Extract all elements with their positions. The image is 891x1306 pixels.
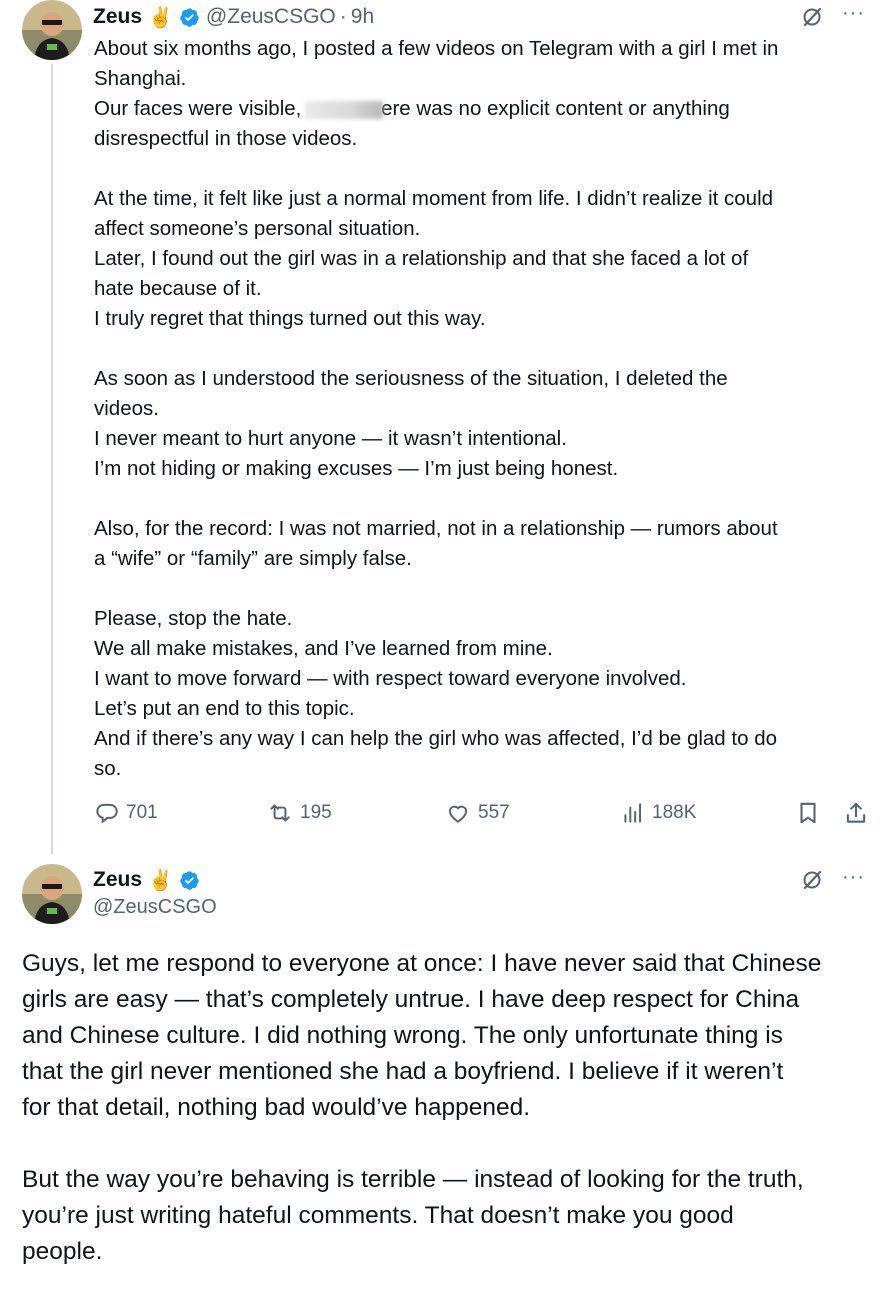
text-line: hate because of it.	[94, 277, 262, 300]
avatar-image	[22, 0, 82, 60]
text-line: At the time, it felt like just a normal …	[94, 187, 774, 210]
tweet-paragraph: Guys, let me respond to everyone at once…	[22, 946, 872, 1126]
text-line: for that detail, nothing bad would’ve ha…	[22, 1094, 531, 1121]
repost-button[interactable]: 195	[266, 800, 332, 826]
timestamp[interactable]: 9h	[351, 5, 374, 29]
views-button[interactable]: 188K	[620, 800, 696, 826]
text-line: About six months ago, I posted a few vid…	[94, 37, 779, 60]
views-count: 188K	[652, 802, 697, 823]
victory-hand-emoji: ✌	[148, 869, 173, 892]
avatar-image	[22, 864, 82, 924]
text-line: a “wife” or “family” are simply false.	[94, 547, 412, 570]
tweet-text: About six months ago, I posted a few vid…	[94, 34, 874, 784]
text-line: Shanghai.	[94, 67, 187, 90]
text-line: But the way you’re behaving is terrible …	[22, 1166, 804, 1193]
tweet-text: Guys, let me respond to everyone at once…	[22, 946, 872, 1306]
text-line: I never meant to hurt anyone — it wasn’t…	[94, 427, 567, 450]
tweet-paragraph: But the way you’re behaving is terrible …	[22, 1162, 872, 1270]
display-name[interactable]: Zeus	[93, 5, 142, 29]
text-line: affect someone’s personal situation.	[94, 217, 421, 240]
reply-button[interactable]: 701	[94, 800, 158, 826]
reply-icon	[96, 803, 118, 824]
like-icon	[448, 805, 468, 823]
thread-connector-line	[51, 64, 53, 854]
bookmark-button[interactable]	[795, 800, 827, 826]
views-icon	[624, 803, 642, 823]
avatar[interactable]	[22, 0, 82, 60]
bookmark-icon	[800, 802, 816, 824]
tweet-paragraph: Also, for the record: I was not married,…	[94, 514, 874, 574]
text-line-with-redaction: Our faces were visible, ere was no expli…	[94, 94, 874, 124]
like-count: 557	[478, 802, 510, 823]
like-button[interactable]: 557	[444, 800, 510, 826]
repost-count: 195	[300, 802, 332, 823]
text-line: disrespectful in those videos.	[94, 127, 358, 150]
more-icon[interactable]: ···	[842, 2, 865, 25]
tweet-header: Zeus ✌ @ZeusCSGO · 9h	[93, 3, 374, 31]
verified-badge-icon	[179, 7, 200, 28]
victory-hand-emoji: ✌	[148, 6, 173, 29]
text-fragment: Our faces were visible,	[94, 97, 302, 120]
text-line: Later, I found out the girl was in a rel…	[94, 247, 749, 270]
handle[interactable]: @ZeusCSGO	[93, 896, 217, 919]
text-line: videos.	[94, 397, 159, 420]
grok-icon[interactable]	[800, 5, 824, 34]
handle[interactable]: @ZeusCSGO	[206, 5, 336, 29]
text-line: Guys, let me respond to everyone at once…	[22, 950, 822, 977]
text-line: girls are easy — that’s completely untru…	[22, 986, 800, 1013]
more-icon[interactable]: ···	[842, 866, 865, 889]
verified-badge-icon	[179, 870, 200, 891]
tweet-paragraph: Please, stop the hate. We all make mista…	[94, 604, 874, 784]
text-line: you’re just writing hateful comments. Th…	[22, 1202, 734, 1229]
text-line: and Chinese culture. I did nothing wrong…	[22, 1022, 783, 1049]
tweet-paragraph: At the time, it felt like just a normal …	[94, 184, 874, 334]
tweet-paragraph: About six months ago, I posted a few vid…	[94, 34, 874, 154]
text-line: I truly regret that things turned out th…	[94, 307, 486, 330]
share-button[interactable]	[843, 800, 875, 826]
text-line: people.	[22, 1238, 103, 1265]
text-line: As soon as I understood the seriousness …	[94, 367, 728, 390]
text-line: so.	[94, 757, 122, 780]
text-line: And if there’s any way I can help the gi…	[94, 727, 777, 750]
avatar[interactable]	[22, 864, 82, 924]
tweet-paragraph: As soon as I understood the seriousness …	[94, 364, 874, 484]
tweet-header: Zeus ✌ @ZeusCSGO	[93, 866, 217, 919]
text-fragment: ere was no explicit content or anything	[381, 97, 730, 120]
name-row: Zeus ✌	[93, 866, 217, 894]
display-name[interactable]: Zeus	[93, 868, 142, 892]
repost-icon	[270, 804, 290, 822]
text-line: Also, for the record: I was not married,…	[94, 517, 778, 540]
text-line: I want to move forward — with respect to…	[94, 667, 687, 690]
redaction-blur	[305, 100, 384, 119]
text-line: that the girl never mentioned she had a …	[22, 1058, 784, 1085]
tweet-actions: 701 195 557 188K	[94, 800, 874, 832]
separator-dot: ·	[339, 5, 347, 28]
text-line: I’m not hiding or making excuses — I’m j…	[94, 457, 619, 480]
text-line: Let’s put an end to this topic.	[94, 697, 355, 720]
share-icon	[846, 802, 866, 823]
grok-icon[interactable]	[800, 868, 824, 897]
text-line: We all make mistakes, and I’ve learned f…	[94, 637, 553, 660]
text-line: Please, stop the hate.	[94, 607, 293, 630]
reply-count: 701	[126, 802, 158, 823]
